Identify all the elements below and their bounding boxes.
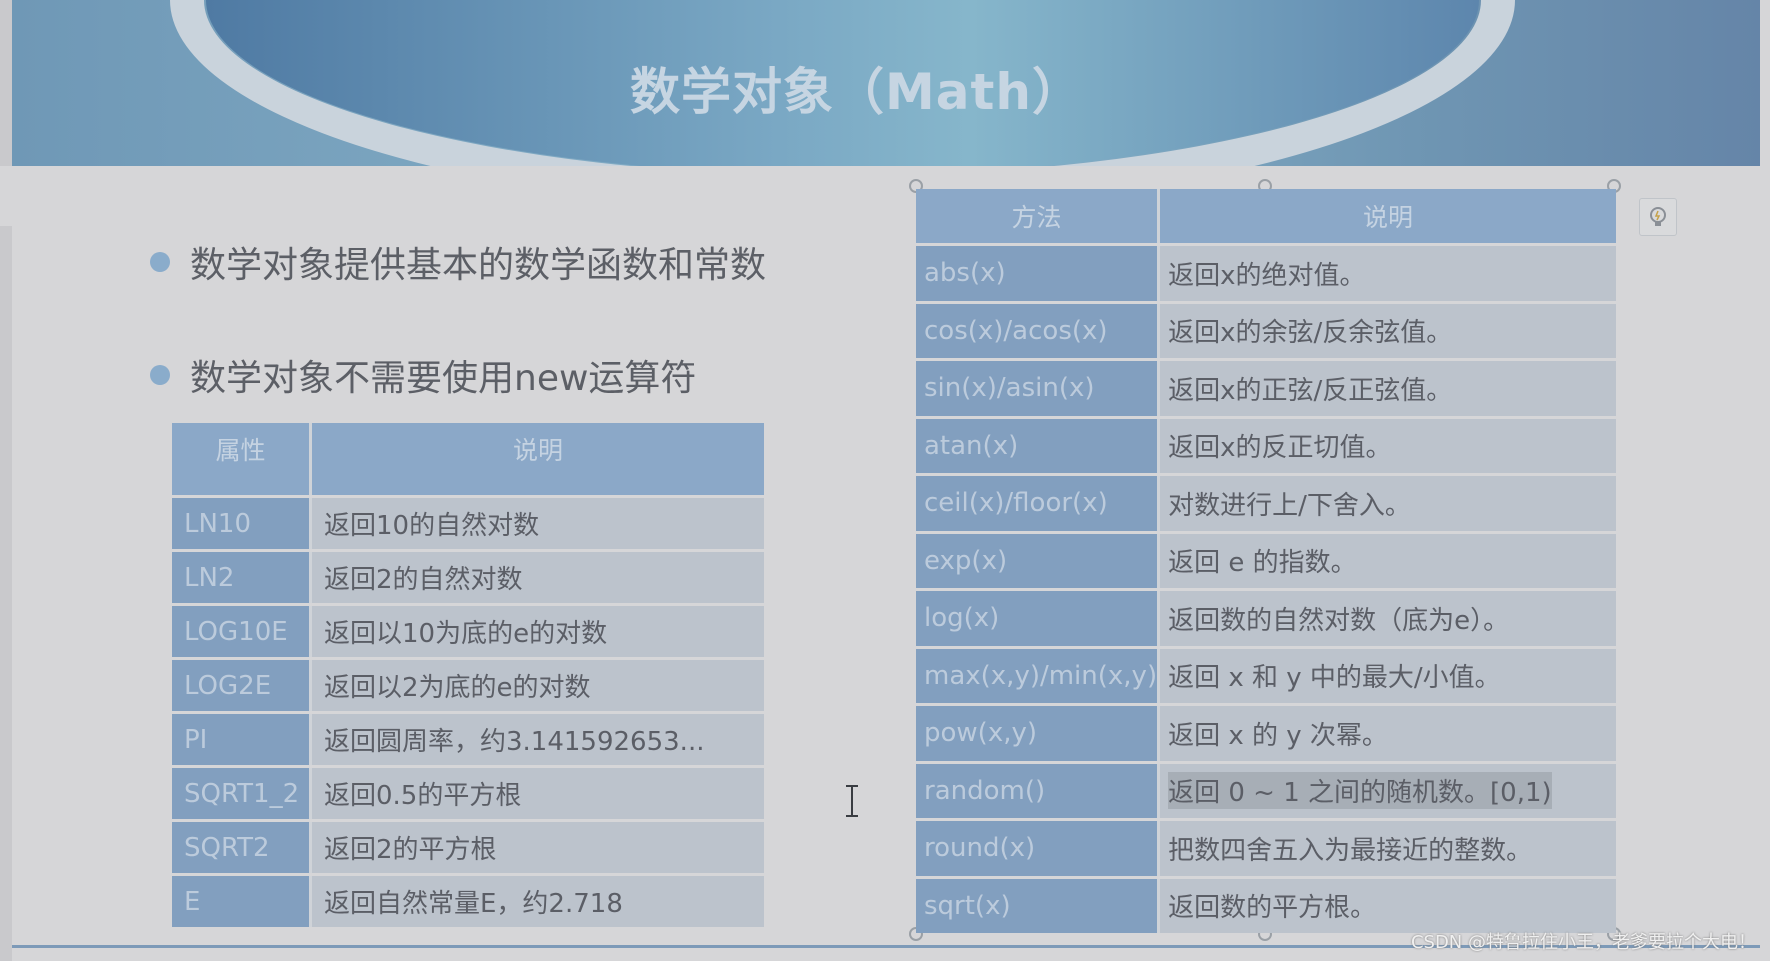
table-row: E 返回自然常量E，约2.718 [172, 876, 764, 927]
table-row: max(x,y)/min(x,y) 返回 x 和 y 中的最大/小值。 [916, 648, 1616, 703]
table-row: pow(x,y) 返回 x 的 y 次幂。 [916, 706, 1616, 761]
bullet-item[interactable]: 数学对象提供基本的数学函数和常数 [150, 236, 766, 288]
method-name: pow(x,y) [916, 706, 1161, 761]
bullet-dot [150, 365, 170, 385]
table-row: LOG2E 返回以2为底的e的对数 [172, 660, 764, 711]
bullet-item[interactable]: 数学对象不需要使用new运算符 [150, 349, 696, 401]
method-desc: 返回 e 的指数。 [1160, 533, 1616, 588]
method-desc: 对数进行上/下舍入。 [1160, 476, 1616, 531]
property-desc: 返回以2为底的e的对数 [312, 660, 764, 711]
method-name: log(x) [916, 591, 1161, 646]
slide-canvas: 数学对象（Math） 数学对象提供基本的数学函数和常数 数学对象不需要使用new… [0, 0, 1770, 961]
table-row: exp(x) 返回 e 的指数。 [916, 533, 1616, 588]
table-row: cos(x)/acos(x) 返回x的余弦/反余弦值。 [916, 303, 1616, 358]
method-name: round(x) [916, 821, 1161, 876]
method-desc: 返回 x 和 y 中的最大/小值。 [1160, 648, 1616, 703]
text-cursor-icon [846, 785, 858, 817]
table-row: LN2 返回2的自然对数 [172, 552, 764, 603]
watermark: CSDN @特鲁拉住小王，老爹要拉个大电！ [1410, 932, 1756, 953]
property-desc: 返回10的自然对数 [312, 498, 764, 549]
method-desc: 返回数的平方根。 [1160, 878, 1616, 933]
table-header-row: 方法 说明 [916, 189, 1616, 243]
table-row: atan(x) 返回x的反正切值。 [916, 418, 1616, 473]
property-name: LOG10E [172, 606, 312, 657]
table-row: sqrt(x) 返回数的平方根。 [916, 878, 1616, 933]
property-desc: 返回圆周率，约3.141592653... [312, 714, 764, 765]
method-name: random() [916, 763, 1161, 818]
method-desc: 返回 x 的 y 次幂。 [1160, 706, 1616, 761]
property-desc: 返回2的平方根 [312, 822, 764, 873]
method-desc: 返回 0 ~ 1 之间的随机数。[0,1) [1160, 763, 1616, 818]
method-name: abs(x) [916, 246, 1161, 301]
method-name: ceil(x)/floor(x) [916, 476, 1161, 531]
method-desc: 返回x的正弦/反正弦值。 [1160, 361, 1616, 416]
property-desc: 返回2的自然对数 [312, 552, 764, 603]
table-header-cell: 方法 [916, 189, 1161, 243]
property-name: PI [172, 714, 312, 765]
table-row: round(x) 把数四舍五入为最接近的整数。 [916, 821, 1616, 876]
table-row: SQRT2 返回2的平方根 [172, 822, 764, 873]
methods-table[interactable]: 方法 说明 abs(x) 返回x的绝对值。 cos(x)/acos(x) 返回x的余… [916, 186, 1616, 936]
method-name: sqrt(x) [916, 878, 1161, 933]
table-row: PI 返回圆周率，约3.141592653... [172, 714, 764, 765]
method-desc: 返回x的绝对值。 [1160, 246, 1616, 301]
method-desc: 返回x的反正切值。 [1160, 418, 1616, 473]
property-name: LN10 [172, 498, 312, 549]
property-desc: 返回0.5的平方根 [312, 768, 764, 819]
property-desc: 返回自然常量E，约2.718 [312, 876, 764, 927]
method-desc: 返回x的余弦/反余弦值。 [1160, 303, 1616, 358]
slide-title[interactable]: 数学对象（Math） [630, 52, 1082, 124]
table-row: SQRT1_2 返回0.5的平方根 [172, 768, 764, 819]
table-row: LOG10E 返回以10为底的e的对数 [172, 606, 764, 657]
method-name: sin(x)/asin(x) [916, 361, 1161, 416]
table-row: log(x) 返回数的自然对数（底为e）。 [916, 591, 1616, 646]
property-name: E [172, 876, 312, 927]
method-desc: 返回数的自然对数（底为e）。 [1160, 591, 1616, 646]
lightbulb-icon [1650, 207, 1666, 226]
bullet-text: 数学对象不需要使用new运算符 [190, 358, 697, 399]
bullet-text: 数学对象提供基本的数学函数和常数 [190, 245, 767, 286]
table-header-row: 属性 说明 [172, 423, 764, 495]
property-name: LN2 [172, 552, 312, 603]
table-row: ceil(x)/floor(x) 对数进行上/下舍入。 [916, 476, 1616, 531]
method-name: max(x,y)/min(x,y) [916, 648, 1161, 703]
table-header-cell: 属性 [172, 423, 312, 495]
method-desc: 把数四舍五入为最接近的整数。 [1160, 821, 1616, 876]
table-row: LN10 返回10的自然对数 [172, 498, 764, 549]
design-ideas-button[interactable] [1639, 198, 1677, 236]
property-name: SQRT1_2 [172, 768, 312, 819]
table-header-cell: 说明 [1160, 189, 1616, 243]
table-header-cell: 说明 [312, 423, 764, 495]
method-name: exp(x) [916, 533, 1161, 588]
bullet-dot [150, 252, 170, 272]
selected-text[interactable]: 返回 0 ~ 1 之间的随机数。[0,1) [1168, 772, 1552, 810]
property-desc: 返回以10为底的e的对数 [312, 606, 764, 657]
properties-table[interactable]: 属性 说明 LN10 返回10的自然对数 LN2 返回2的自然对数 LOG10E 返回… [172, 420, 764, 930]
method-name: atan(x) [916, 418, 1161, 473]
property-name: SQRT2 [172, 822, 312, 873]
left-strip [0, 0, 12, 961]
method-name: cos(x)/acos(x) [916, 303, 1161, 358]
table-row: abs(x) 返回x的绝对值。 [916, 246, 1616, 301]
property-name: LOG2E [172, 660, 312, 711]
table-row: random() 返回 0 ~ 1 之间的随机数。[0,1) [916, 763, 1616, 818]
table-row: sin(x)/asin(x) 返回x的正弦/反正弦值。 [916, 361, 1616, 416]
